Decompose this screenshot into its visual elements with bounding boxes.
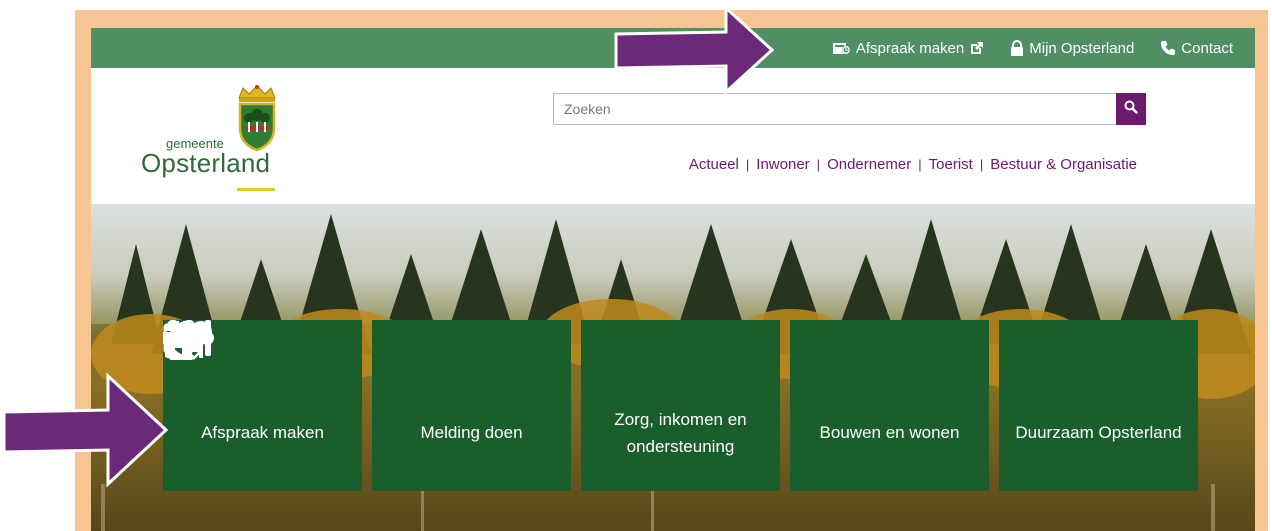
hero-forest-image: Afspraak maken Melding doen Zorg, inkome… <box>91 204 1255 531</box>
logo[interactable]: gemeente Opsterland <box>141 84 291 194</box>
lock-icon <box>1010 40 1024 56</box>
nav-item-inwoner[interactable]: Inwoner <box>756 156 809 173</box>
nav-item-ondernemer[interactable]: Ondernemer <box>827 156 911 173</box>
quick-links: Afspraak maken Melding doen Zorg, inkome… <box>163 320 1198 491</box>
tile-label: Afspraak maken <box>201 423 324 442</box>
phone-icon <box>1160 40 1176 56</box>
screenshot-stage: Afspraak maken Mijn Opsterland Contact g… <box>0 0 1272 531</box>
nav-separator: | <box>745 157 750 172</box>
nav-separator: | <box>979 157 984 172</box>
search-box <box>553 93 1146 125</box>
tile-label: Bouwen en wonen <box>819 423 960 442</box>
search-button[interactable] <box>1116 93 1146 125</box>
tile-duurzaam-opsterland[interactable]: Duurzaam Opsterland <box>165 320 1198 491</box>
topbar-contact-link[interactable]: Contact <box>1160 40 1233 57</box>
calendar-camera-icon <box>832 41 851 55</box>
topbar-contact-label: Contact <box>1181 39 1233 57</box>
topbar-mijn-opsterland-link[interactable]: Mijn Opsterland <box>1010 40 1134 57</box>
tile-melding-doen[interactable]: Melding doen <box>163 320 571 491</box>
top-links: Afspraak maken Mijn Opsterland Contact <box>832 28 1233 68</box>
nav-separator: | <box>816 157 821 172</box>
tile-label: Zorg, inkomen en ondersteuning <box>614 409 747 456</box>
nav-item-toerist[interactable]: Toerist <box>929 156 973 173</box>
tile-label: Duurzaam Opsterland <box>1015 423 1182 442</box>
nav-separator: | <box>918 157 922 172</box>
tile-bouwen-en-wonen[interactable]: Bouwen en wonen <box>163 320 989 491</box>
logo-big-text: Opsterland <box>141 148 271 178</box>
tile-label: Melding doen <box>420 423 523 442</box>
search-icon <box>1124 100 1138 119</box>
main-navigation: Actueel | Inwoner | Ondernemer | Toerist… <box>689 156 1137 173</box>
arrow-to-tile-afspraak <box>2 372 169 488</box>
logo-underline <box>237 188 275 191</box>
tile-zorg-inkomen-ondersteuning[interactable]: Zorg, inkomen en ondersteuning <box>165 320 780 491</box>
arrow-to-topbar-afspraak <box>614 4 774 94</box>
website: Afspraak maken Mijn Opsterland Contact g… <box>91 28 1255 531</box>
topbar-afspraak-link[interactable]: Afspraak maken <box>832 39 984 57</box>
nav-item-bestuur-organisatie[interactable]: Bestuur & Organisatie <box>990 156 1137 173</box>
external-link-icon <box>969 41 984 56</box>
topbar-mijn-opsterland-label: Mijn Opsterland <box>1029 39 1135 57</box>
topbar-afspraak-label: Afspraak maken <box>855 39 965 57</box>
search-input[interactable] <box>554 94 1117 124</box>
nav-item-actueel[interactable]: Actueel <box>689 156 739 173</box>
